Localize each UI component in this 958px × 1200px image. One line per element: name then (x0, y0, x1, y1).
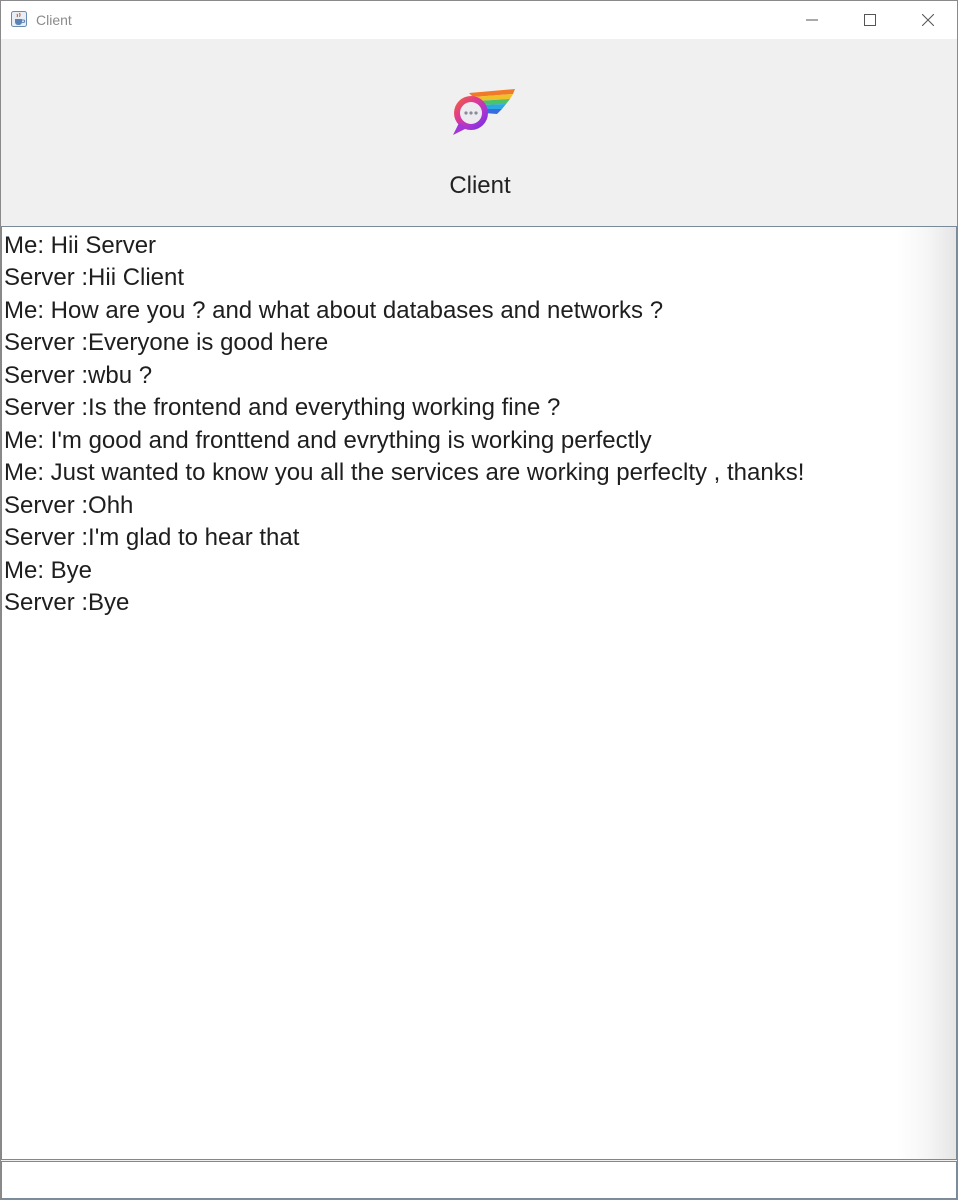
page-title: Client (449, 172, 511, 199)
title-bar[interactable]: Client (1, 1, 957, 39)
maximize-icon (864, 14, 876, 26)
client-window: Client Client Me: Hii Server Server:Hii… (0, 0, 958, 1200)
header-panel: Client (1, 39, 957, 226)
maximize-button[interactable] (841, 1, 899, 39)
minimize-icon (806, 19, 818, 21)
chat-message: Server :Ohh (4, 492, 134, 519)
chat-message: Me: I'm good and fronttend and evrything… (4, 427, 652, 454)
close-icon (922, 14, 934, 26)
chat-message: Me: Hii Server (4, 232, 157, 259)
chat-message: Server :I'm glad to hear that (4, 524, 300, 551)
java-cup-icon (11, 11, 27, 27)
window-title: Client (36, 12, 72, 28)
chat-message: Me: Just wanted to know you all the serv… (4, 459, 805, 486)
chat-bubble-wing-logo (453, 89, 515, 135)
chat-message: Me: How are you ? and what about databas… (4, 297, 664, 324)
chat-message: Server :Is the frontend and everything w… (4, 394, 561, 421)
chat-message: Server :Bye (4, 589, 130, 616)
close-button[interactable] (899, 1, 957, 39)
message-input-container (1, 1161, 957, 1199)
chat-area[interactable]: Me: Hii Server Server :Hii Client Me: Ho… (1, 226, 957, 1160)
message-input[interactable] (2, 1162, 956, 1198)
chat-message: Server :Hii Client (4, 264, 185, 291)
chat-message: Server :Everyone is good here (4, 329, 329, 356)
minimize-button[interactable] (783, 1, 841, 39)
chat-message: Me: Bye (4, 557, 93, 584)
chat-message: Server :wbu ? (4, 362, 153, 389)
